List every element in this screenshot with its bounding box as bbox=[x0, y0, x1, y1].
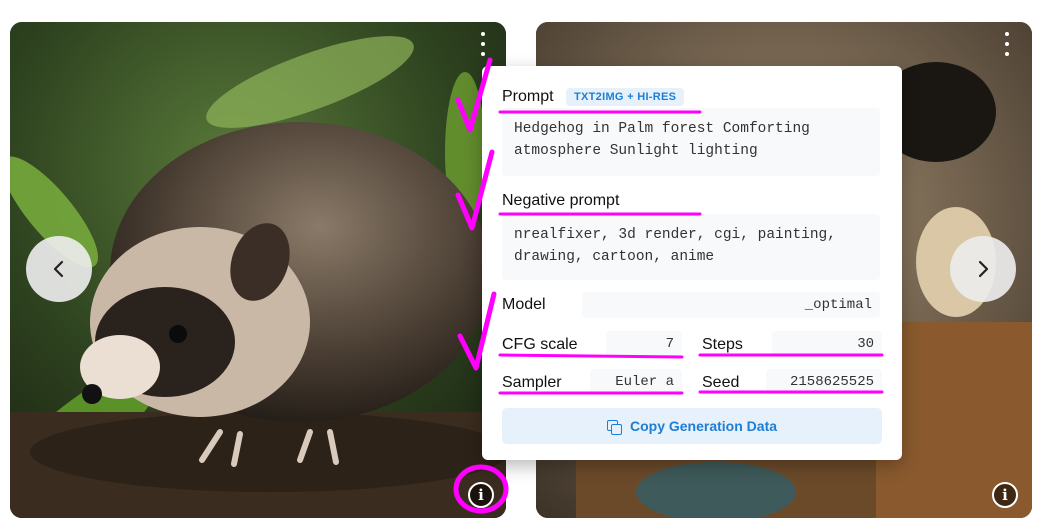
copy-generation-data-button[interactable]: Copy Generation Data bbox=[502, 408, 882, 444]
more-options-button[interactable] bbox=[999, 32, 1015, 56]
copy-button-label: Copy Generation Data bbox=[629, 418, 778, 434]
sampler-value: Euler a bbox=[590, 369, 682, 395]
generation-details-popover: Prompt TXT2IMG + HI-RES Hedgehog in Palm… bbox=[482, 66, 902, 460]
model-value: _optimal bbox=[582, 292, 880, 318]
more-options-button[interactable] bbox=[475, 32, 491, 56]
chevron-left-icon bbox=[53, 260, 64, 278]
steps-label: Steps bbox=[702, 336, 743, 353]
info-icon[interactable]: i bbox=[468, 482, 494, 508]
chevron-right-icon bbox=[978, 260, 989, 278]
prompt-label: Prompt bbox=[502, 88, 554, 105]
sampler-label: Sampler bbox=[502, 374, 562, 391]
model-label: Model bbox=[502, 296, 546, 313]
seed-value: 2158625525 bbox=[766, 369, 882, 395]
info-icon[interactable]: i bbox=[992, 482, 1018, 508]
seed-label: Seed bbox=[702, 374, 740, 391]
negative-prompt-text: nrealfixer, 3d render, cgi, painting, dr… bbox=[502, 214, 880, 280]
cfg-scale-value: 7 bbox=[606, 331, 682, 357]
steps-value: 30 bbox=[772, 331, 882, 357]
prompt-text: Hedgehog in Palm forest Comforting atmos… bbox=[502, 108, 880, 176]
negative-prompt-label: Negative prompt bbox=[502, 192, 620, 209]
cfg-scale-label: CFG scale bbox=[502, 336, 578, 353]
copy-icon bbox=[606, 419, 622, 435]
previous-image-button[interactable] bbox=[26, 236, 92, 302]
mode-badge: TXT2IMG + HI-RES bbox=[566, 88, 685, 106]
next-image-button[interactable] bbox=[950, 236, 1016, 302]
